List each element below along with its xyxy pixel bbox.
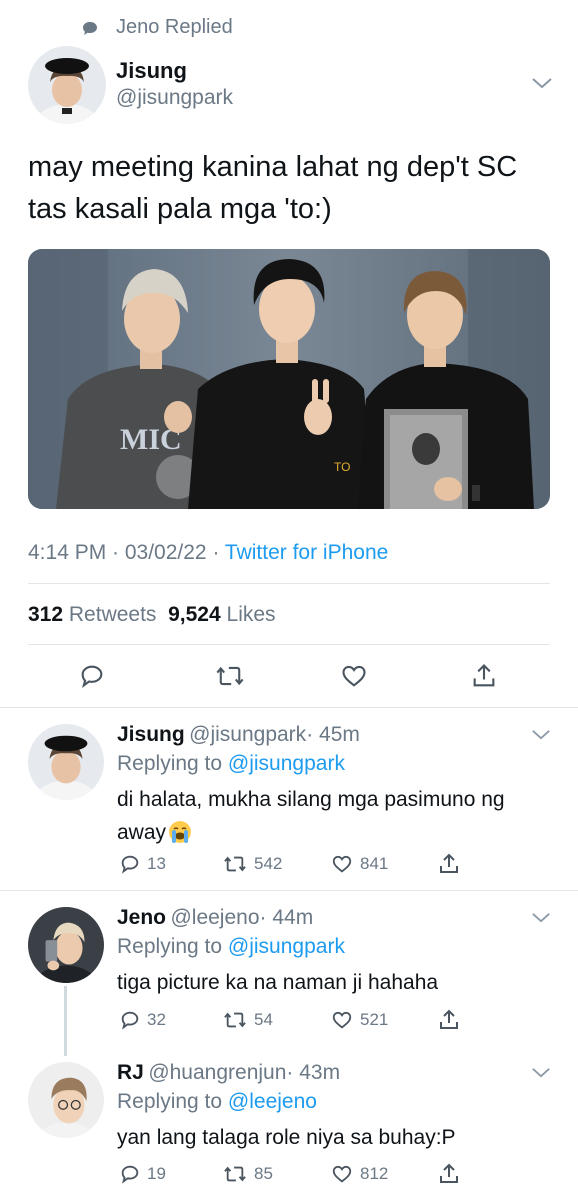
reply-button[interactable]: 13 xyxy=(119,853,166,875)
reply-time[interactable]: · 43m xyxy=(286,1061,340,1084)
tweet-photo[interactable]: MIC TO xyxy=(28,249,550,509)
retweet-icon xyxy=(224,856,246,872)
avatar[interactable] xyxy=(28,907,104,983)
share-icon xyxy=(440,1009,458,1029)
tweet-timestamp[interactable]: 4:14 PM · 03/02/22 · xyxy=(28,541,225,564)
retweets-label[interactable]: Retweets xyxy=(69,603,157,626)
reply-icon xyxy=(81,665,103,688)
tweet-meta: 4:14 PM · 03/02/22 · Twitter for iPhone xyxy=(28,541,388,565)
chevron-down-icon[interactable] xyxy=(531,1066,551,1084)
retweets-count[interactable]: 312 xyxy=(28,603,63,626)
share-icon xyxy=(440,853,458,873)
author-handle[interactable]: @jisungpark xyxy=(116,86,233,110)
retweet-icon xyxy=(224,1012,246,1028)
chevron-down-icon[interactable] xyxy=(531,911,551,929)
divider xyxy=(28,644,550,645)
likes-count[interactable]: 9,524 xyxy=(168,603,221,626)
reply-button[interactable]: 19 xyxy=(119,1163,166,1185)
divider xyxy=(28,583,550,584)
like-icon xyxy=(332,855,352,873)
retweet-count: 542 xyxy=(254,854,283,873)
tweet-source-link[interactable]: Twitter for iPhone xyxy=(225,541,388,564)
like-icon xyxy=(332,1165,352,1183)
retweet-button[interactable]: 542 xyxy=(222,853,282,875)
speech-bubble-icon xyxy=(83,22,97,35)
share-button[interactable] xyxy=(437,1162,461,1186)
avatar[interactable] xyxy=(28,46,106,124)
author-handle[interactable]: @huangrenjun xyxy=(148,1061,286,1084)
author-name[interactable]: Jisung xyxy=(117,723,185,746)
share-icon xyxy=(473,664,495,687)
retweet-icon xyxy=(216,666,244,686)
like-icon xyxy=(342,665,366,687)
replying-to-link[interactable]: @jisungpark xyxy=(228,935,345,958)
share-button[interactable] xyxy=(437,852,461,876)
avatar[interactable] xyxy=(28,724,104,800)
share-button[interactable] xyxy=(464,656,504,696)
like-icon xyxy=(332,1011,352,1029)
like-button[interactable]: 521 xyxy=(330,1009,388,1031)
divider xyxy=(0,890,578,891)
replying-to: Replying to @jisungpark xyxy=(117,752,345,775)
reply-button[interactable] xyxy=(72,656,112,696)
tweet-stats: 312 Retweets 9,524 Likes xyxy=(28,603,276,627)
divider xyxy=(0,707,578,708)
crying-face-icon xyxy=(168,820,192,854)
social-context[interactable]: Jeno Replied xyxy=(83,16,233,39)
retweet-button[interactable]: 85 xyxy=(222,1163,273,1185)
chevron-down-icon[interactable] xyxy=(531,728,551,746)
replying-to-link[interactable]: @jisungpark xyxy=(228,752,345,775)
author-name[interactable]: Jeno xyxy=(117,906,166,929)
reply-count: 13 xyxy=(147,854,166,873)
reply-header: Jeno @leejeno· 44m xyxy=(117,906,313,930)
retweet-button[interactable]: 54 xyxy=(222,1009,273,1031)
like-count: 521 xyxy=(360,1010,389,1029)
reply-icon xyxy=(121,855,139,874)
like-button[interactable]: 812 xyxy=(330,1163,388,1185)
author-handle[interactable]: @jisungpark xyxy=(189,723,306,746)
share-icon xyxy=(440,1163,458,1183)
author-name[interactable]: Jisung xyxy=(116,58,187,84)
reply-icon xyxy=(121,1011,139,1030)
retweet-count: 54 xyxy=(254,1010,273,1029)
reply-count: 19 xyxy=(147,1164,166,1183)
reply-header: Jisung @jisungpark· 45m xyxy=(117,723,360,747)
likes-label[interactable]: Likes xyxy=(227,603,276,626)
reply-icon xyxy=(121,1165,139,1184)
context-label: Jeno Replied xyxy=(116,16,233,38)
svg-text:TO: TO xyxy=(334,460,350,474)
avatar[interactable] xyxy=(28,1062,104,1138)
reply-time[interactable]: · 44m xyxy=(260,906,314,929)
share-button[interactable] xyxy=(437,1008,461,1032)
like-button[interactable]: 841 xyxy=(330,853,388,875)
replying-to: Replying to @jisungpark xyxy=(117,935,345,958)
author-handle[interactable]: @leejeno xyxy=(170,906,259,929)
tweet-text: may meeting kanina lahat ng dep't SC tas… xyxy=(28,151,518,225)
thread-line xyxy=(64,986,67,1056)
replying-to: Replying to @leejeno xyxy=(117,1090,317,1113)
reply-time[interactable]: · 45m xyxy=(306,723,360,746)
reply-count: 32 xyxy=(147,1010,166,1029)
like-count: 812 xyxy=(360,1164,389,1183)
retweet-count: 85 xyxy=(254,1164,273,1183)
like-button[interactable] xyxy=(334,656,374,696)
reply-header: RJ @huangrenjun· 43m xyxy=(117,1061,340,1085)
retweet-icon xyxy=(224,1166,246,1182)
replying-to-link[interactable]: @leejeno xyxy=(228,1090,317,1113)
reply-text: yan lang talaga role niya sa buhay:P xyxy=(117,1126,456,1149)
like-count: 841 xyxy=(360,854,389,873)
author-name[interactable]: RJ xyxy=(117,1061,144,1084)
retweet-button[interactable] xyxy=(210,656,250,696)
reply-text: di halata, mukha silang mga pasimuno ng … xyxy=(117,783,537,854)
reply-text: tiga picture ka na naman ji hahaha xyxy=(117,971,439,994)
chevron-down-icon[interactable] xyxy=(531,76,553,95)
reply-button[interactable]: 32 xyxy=(119,1009,166,1031)
